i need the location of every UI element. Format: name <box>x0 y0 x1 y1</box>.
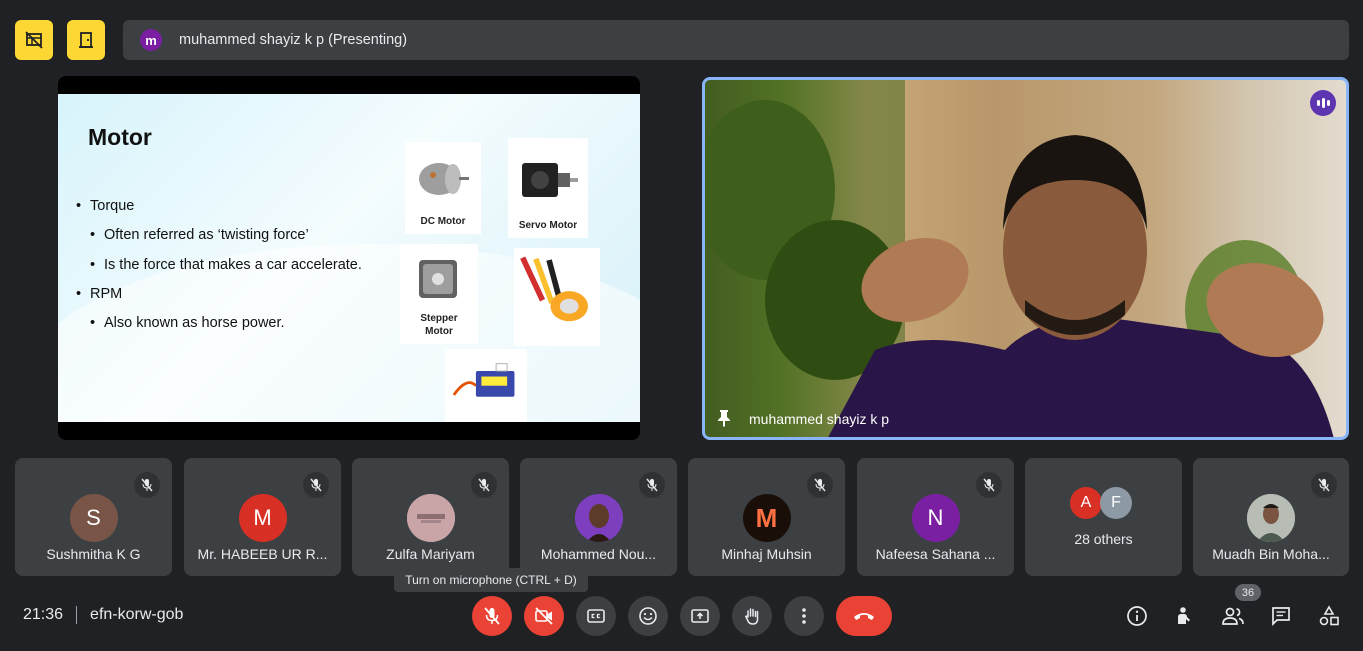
presenter-avatar: m <box>140 29 162 51</box>
host-person-icon <box>1178 607 1190 624</box>
slide-bullet: Is the force that makes a car accelerate… <box>90 257 362 273</box>
avatar <box>574 494 623 542</box>
mic-off-icon <box>639 472 665 498</box>
microphone-toggle-button[interactable] <box>472 596 512 636</box>
slide-bullet: Torque <box>76 198 134 214</box>
info-icon <box>1127 606 1147 626</box>
captions-button[interactable] <box>576 596 616 636</box>
stepper-motor-image: Stepper Motor <box>400 244 478 344</box>
slide-title: Motor <box>88 124 152 150</box>
avatar <box>1247 494 1295 542</box>
stepper-motor-icon <box>419 260 457 298</box>
participant-tile[interactable]: Muadh Bin Moha... <box>1193 458 1349 576</box>
mic-off-icon <box>1311 472 1337 498</box>
participant-tile[interactable]: Zulfa Mariyam <box>352 458 509 576</box>
stepper-motor-caption: Stepper Motor <box>420 313 458 337</box>
participant-name: Zulfa Mariyam <box>386 546 475 562</box>
others-count: 28 others <box>1074 531 1133 547</box>
mic-off-icon <box>807 472 833 498</box>
participant-tile[interactable]: M Minhaj Muhsin <box>688 458 845 576</box>
main-participant-name: muhammed shayiz k p <box>749 411 890 427</box>
door-icon <box>79 32 93 48</box>
meeting-details-button[interactable] <box>1125 604 1149 628</box>
avatar: S <box>69 494 118 542</box>
participant-tile[interactable]: M Mr. HABEEB UR R... <box>184 458 341 576</box>
leave-call-button[interactable] <box>836 596 892 636</box>
participant-tile[interactable]: N Nafeesa Sahana ... <box>857 458 1014 576</box>
screen-share-tile[interactable]: Motor Torque Often referred as ‘twisting… <box>58 76 640 440</box>
meeting-details: 21:36 efn-korw-gob <box>23 606 183 624</box>
meeting-code[interactable]: efn-korw-gob <box>90 606 183 624</box>
servo-motor-caption: Servo Motor <box>518 220 578 231</box>
more-vert-icon <box>802 608 806 624</box>
more-options-button[interactable] <box>784 596 824 636</box>
others-tile[interactable]: A F 28 others <box>1025 458 1182 576</box>
chat-button[interactable] <box>1269 604 1293 628</box>
hang-up-icon <box>854 613 874 620</box>
avatar: F <box>1100 487 1132 519</box>
participant-name: Mr. HABEEB UR R... <box>197 546 328 562</box>
presenting-banner: m muhammed shayiz k p (Presenting) <box>123 20 1349 60</box>
participant-tile[interactable]: S Sushmitha K G <box>15 458 172 576</box>
participant-name: Muadh Bin Moha... <box>1212 546 1330 562</box>
participant-count-badge: 36 <box>1235 584 1261 601</box>
micro-servo-icon <box>452 363 515 397</box>
slide-bullet: Often referred as ‘twisting force’ <box>90 227 309 243</box>
brushless-motor-icon <box>520 256 588 322</box>
camera-off-icon <box>535 607 553 625</box>
main-video-tile[interactable]: muhammed shayiz k p <box>702 77 1349 440</box>
emoji-icon <box>639 607 657 625</box>
activities-button[interactable] <box>1317 604 1341 628</box>
closed-captions-icon <box>587 609 605 623</box>
dc-motor-caption: DC Motor <box>420 216 466 227</box>
slide-bullet: Also known as horse power. <box>90 315 285 331</box>
dc-motor-icon <box>419 162 469 195</box>
present-screen-icon <box>691 609 709 623</box>
raise-hand-button[interactable] <box>732 596 772 636</box>
mic-off-icon <box>484 607 500 625</box>
mic-off-icon <box>303 472 329 498</box>
participant-name: Nafeesa Sahana ... <box>875 546 996 562</box>
hand-icon <box>744 608 759 625</box>
mic-off-icon <box>471 472 497 498</box>
participant-name: Sushmitha K G <box>46 546 141 562</box>
reactions-button[interactable] <box>628 596 668 636</box>
servo-motor-image: Servo Motor <box>508 138 588 238</box>
avatar: M <box>238 494 287 542</box>
avatar: M <box>742 494 791 542</box>
present-now-button[interactable] <box>680 596 720 636</box>
slide-bullet: RPM <box>76 286 122 302</box>
layout-button[interactable] <box>15 20 53 60</box>
pin-icon[interactable] <box>717 409 731 427</box>
activities-icon <box>1319 605 1339 626</box>
hide-layout-icon <box>25 31 43 49</box>
chat-icon <box>1272 607 1290 627</box>
avatar: A <box>1070 487 1102 519</box>
servo-motor-icon <box>522 162 578 197</box>
participant-name: Minhaj Muhsin <box>721 546 812 562</box>
host-controls-button[interactable] <box>1173 604 1197 628</box>
avatar <box>406 494 455 542</box>
presenting-text: muhammed shayiz k p (Presenting) <box>179 32 408 48</box>
participant-name: Mohammed Nou... <box>540 546 657 562</box>
people-button[interactable] <box>1221 604 1245 628</box>
camera-toggle-button[interactable] <box>524 596 564 636</box>
breakout-button[interactable] <box>67 20 105 60</box>
speaking-indicator <box>1310 90 1336 116</box>
microphone-tooltip: Turn on microphone (CTRL + D) <box>394 568 588 592</box>
video-feed <box>705 80 1334 437</box>
mic-off-icon <box>976 472 1002 498</box>
people-icon <box>1222 607 1244 625</box>
brushless-motor-image <box>514 248 600 346</box>
clock-time: 21:36 <box>23 606 64 623</box>
participant-tile[interactable]: Mohammed Nou... <box>520 458 677 576</box>
dc-motor-image: DC Motor <box>405 142 481 234</box>
presentation-slide: Motor Torque Often referred as ‘twisting… <box>58 94 640 422</box>
avatar: N <box>911 494 960 542</box>
micro-servo-image <box>445 349 527 422</box>
mic-off-icon <box>134 472 160 498</box>
